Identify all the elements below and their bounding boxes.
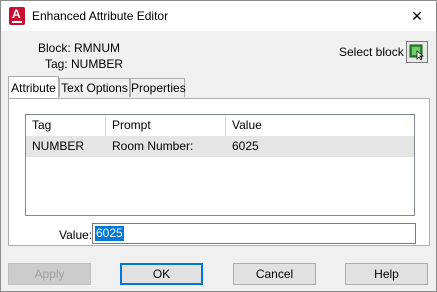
apply-button[interactable]: Apply — [8, 263, 91, 285]
cancel-button[interactable]: Cancel — [233, 263, 316, 285]
tag-name-label: Tag: NUMBER — [45, 57, 124, 71]
ok-button[interactable]: OK — [120, 263, 203, 285]
attribute-list-header: Tag Prompt Value — [26, 115, 414, 136]
table-row[interactable]: NUMBER Room Number: 6025 — [26, 136, 414, 157]
value-input-text: 6025 — [95, 226, 124, 241]
tab-text-options[interactable]: Text Options — [59, 78, 130, 97]
select-block-icon — [409, 44, 424, 60]
column-header-tag[interactable]: Tag — [26, 115, 106, 136]
block-name-label: Block: RMNUM — [38, 41, 121, 55]
column-header-prompt[interactable]: Prompt — [106, 115, 226, 136]
value-field-label: Value: — [59, 228, 93, 242]
value-input[interactable]: 6025 — [92, 223, 416, 244]
row-value: 6025 — [232, 139, 259, 153]
window-title: Enhanced Attribute Editor — [32, 9, 169, 23]
tab-attribute[interactable]: Attribute — [8, 76, 59, 98]
row-tag: NUMBER — [32, 139, 85, 153]
help-button[interactable]: Help — [345, 263, 428, 285]
attribute-list[interactable]: Tag Prompt Value NUMBER Room Number: 602… — [25, 114, 415, 216]
column-header-value[interactable]: Value — [226, 115, 414, 136]
autocad-app-icon: A — [9, 7, 25, 25]
tab-properties[interactable]: Properties — [130, 78, 186, 97]
select-block-button[interactable] — [406, 41, 428, 63]
title-bar[interactable]: A Enhanced Attribute Editor ✕ — [1, 1, 436, 31]
dialog-window: A Enhanced Attribute Editor ✕ Block: RMN… — [0, 0, 437, 292]
close-icon[interactable]: ✕ — [404, 4, 430, 28]
row-prompt: Room Number: — [112, 139, 194, 153]
select-block-label: Select block — [339, 45, 404, 59]
